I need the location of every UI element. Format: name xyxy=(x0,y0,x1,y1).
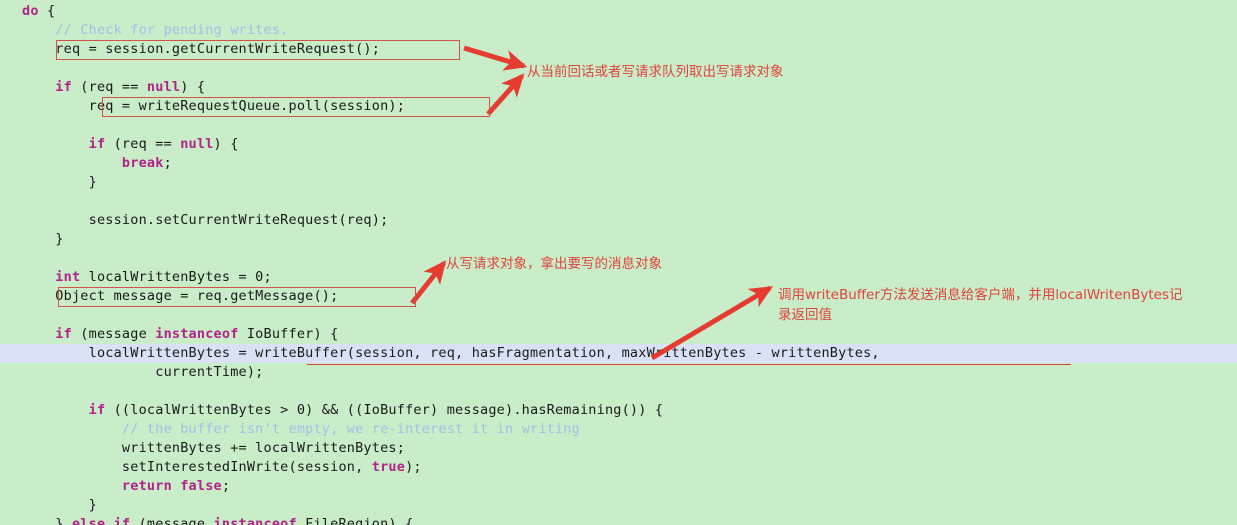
code-token: if xyxy=(22,326,72,342)
code-token: if xyxy=(22,402,106,418)
code-line[interactable]: if ((localWrittenBytes > 0) && ((IoBuffe… xyxy=(0,401,1237,420)
code-token: // Check for pending writes. xyxy=(22,22,289,38)
code-token: ) { xyxy=(213,136,239,152)
code-token: return xyxy=(22,478,172,494)
code-token: setInterestedInWrite(session, xyxy=(22,459,372,475)
code-line[interactable]: do { xyxy=(0,2,1237,21)
code-line[interactable]: // Check for pending writes. xyxy=(0,21,1237,40)
code-token: false xyxy=(180,478,222,494)
code-token: session.setCurrentWriteRequest(req); xyxy=(22,212,389,228)
code-line[interactable]: if (message instanceof IoBuffer) { xyxy=(0,325,1237,344)
annotation-note-1: 从当前回话或者写请求队列取出写请求对象 xyxy=(527,64,784,80)
code-token: break xyxy=(22,155,164,171)
code-token: FileRegion) { xyxy=(296,516,414,525)
code-token: instanceof xyxy=(155,326,239,342)
code-token: ((localWrittenBytes > 0) && ((IoBuffer) … xyxy=(105,402,664,418)
code-token: Object message = req.getMessage(); xyxy=(22,288,339,304)
code-token: instanceof xyxy=(213,516,297,525)
code-token: localWrittenBytes = 0; xyxy=(80,269,272,285)
code-token: (message xyxy=(71,326,156,342)
annotation-note-2: 从写请求对象，拿出要写的消息对象 xyxy=(446,256,662,272)
code-token: true xyxy=(371,459,406,475)
code-token: else if xyxy=(71,516,131,525)
code-line[interactable]: break; xyxy=(0,154,1237,173)
code-line[interactable]: setInterestedInWrite(session, true); xyxy=(0,458,1237,477)
code-token: req = writeRequestQueue.poll(session); xyxy=(22,98,406,114)
code-token: // the buffer isn't empty, we re-interes… xyxy=(22,421,580,437)
code-line[interactable] xyxy=(0,382,1237,401)
code-line[interactable]: req = writeRequestQueue.poll(session); xyxy=(0,97,1237,116)
code-token: do xyxy=(22,3,39,19)
code-line[interactable]: localWrittenBytes = writeBuffer(session,… xyxy=(0,344,1237,363)
code-token: null xyxy=(146,79,181,95)
code-line[interactable]: // the buffer isn't empty, we re-interes… xyxy=(0,420,1237,439)
code-token: currentTime); xyxy=(22,364,264,380)
code-token: int xyxy=(22,269,81,285)
code-token: if xyxy=(22,136,106,152)
code-token: req = session.getCurrentWriteRequest(); xyxy=(22,41,381,57)
code-line[interactable]: if (req == null) { xyxy=(0,135,1237,154)
code-token: null xyxy=(180,136,214,152)
code-line[interactable]: req = session.getCurrentWriteRequest(); xyxy=(0,40,1237,59)
code-token: } xyxy=(22,231,64,247)
code-line[interactable]: } xyxy=(0,173,1237,192)
code-token: ); xyxy=(405,459,422,475)
code-line[interactable]: return false; xyxy=(0,477,1237,496)
code-token: ; xyxy=(221,478,231,494)
code-token: ; xyxy=(163,155,172,171)
code-line[interactable]: } xyxy=(0,230,1237,249)
code-token: } xyxy=(22,497,97,513)
code-token: localWrittenBytes = writeBuffer(session,… xyxy=(22,345,880,361)
code-token: { xyxy=(38,3,56,19)
code-line[interactable]: } else if (message instanceof FileRegion… xyxy=(0,515,1237,525)
code-line[interactable]: currentTime); xyxy=(0,363,1237,382)
code-token: (message xyxy=(130,516,214,525)
annotation-note-3: 调用writeBuffer方法发送消息给客户端，并用localWritenByt… xyxy=(778,287,1183,323)
code-line[interactable]: } xyxy=(0,496,1237,515)
code-token: (req == xyxy=(71,79,147,95)
code-editor-screenshot: do { // Check for pending writes. req = … xyxy=(0,0,1237,525)
code-token: } xyxy=(22,174,97,190)
code-token: ) { xyxy=(180,79,206,95)
code-line[interactable]: writtenBytes += localWrittenBytes; xyxy=(0,439,1237,458)
code-token: if xyxy=(22,79,72,95)
code-token: (req == xyxy=(105,136,181,152)
code-token: } xyxy=(22,516,72,525)
code-token: IoBuffer) { xyxy=(238,326,339,342)
code-line[interactable] xyxy=(0,192,1237,211)
code-line[interactable] xyxy=(0,116,1237,135)
code-token: writtenBytes += localWrittenBytes; xyxy=(22,440,406,456)
code-line[interactable]: session.setCurrentWriteRequest(req); xyxy=(0,211,1237,230)
